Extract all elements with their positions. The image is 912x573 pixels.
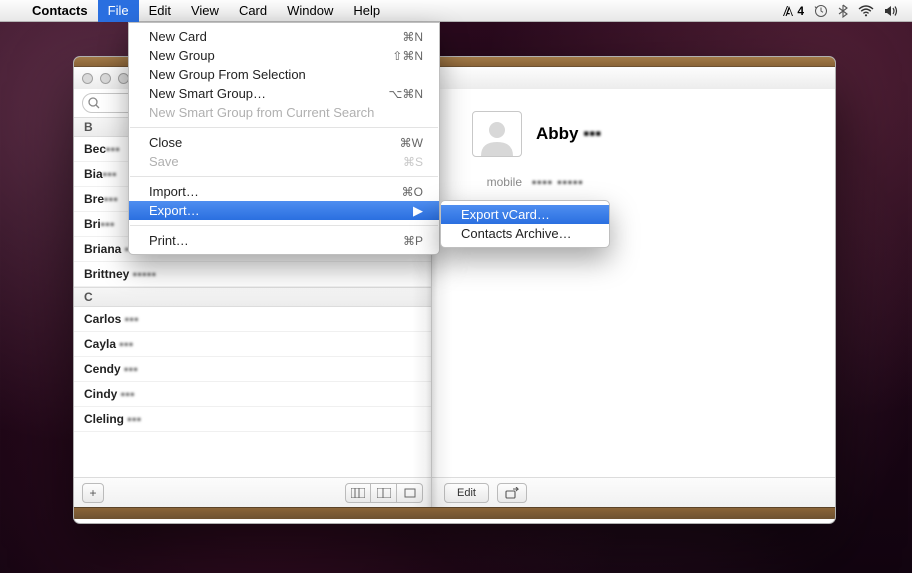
view-mode-card[interactable]	[397, 483, 423, 503]
menu-item-new-smart-group-from-search: New Smart Group from Current Search	[129, 103, 439, 122]
adobe-status-icon[interactable]: 4	[782, 4, 804, 18]
avatar[interactable]	[472, 111, 522, 157]
apple-menu[interactable]	[0, 0, 22, 22]
edit-button[interactable]: Edit	[444, 483, 489, 503]
list-item[interactable]: Carlos ▪▪▪	[74, 307, 431, 332]
menu-item-new-group[interactable]: New Group⇧⌘N	[129, 46, 439, 65]
list-item[interactable]: Cendy ▪▪▪	[74, 357, 431, 382]
menubar-item-window[interactable]: Window	[277, 0, 343, 22]
menu-item-print[interactable]: Print…⌘P	[129, 231, 439, 250]
menu-item-new-card[interactable]: New Card⌘N	[129, 27, 439, 46]
menu-item-save: Save⌘S	[129, 152, 439, 171]
view-mode-groups[interactable]	[345, 483, 371, 503]
list-item[interactable]: Cleling ▪▪▪	[74, 407, 431, 432]
minimize-window-button[interactable]	[100, 73, 111, 84]
volume-icon[interactable]	[884, 5, 900, 17]
menubar-item-help[interactable]: Help	[343, 0, 390, 22]
view-mode-list[interactable]	[371, 483, 397, 503]
submenu-item-contacts-archive[interactable]: Contacts Archive…	[441, 224, 609, 243]
menubar-item-view[interactable]: View	[181, 0, 229, 22]
field-label: mobile	[472, 175, 522, 189]
book-edge	[74, 507, 835, 519]
contact-field-mobile: mobile ▪▪▪▪ ▪▪▪▪▪	[472, 175, 805, 189]
list-item[interactable]: Brittney ▪▪▪▪▪	[74, 262, 431, 287]
menu-item-new-smart-group[interactable]: New Smart Group…⌥⌘N	[129, 84, 439, 103]
menubar-item-card[interactable]: Card	[229, 0, 277, 22]
menu-separator	[130, 225, 438, 226]
share-button[interactable]	[497, 483, 527, 503]
menu-item-import[interactable]: Import…⌘O	[129, 182, 439, 201]
close-window-button[interactable]	[82, 73, 93, 84]
bluetooth-icon[interactable]	[838, 4, 848, 18]
view-mode-segment	[345, 483, 423, 503]
list-item[interactable]: Cayla ▪▪▪	[74, 332, 431, 357]
menubar: Contacts File Edit View Card Window Help…	[0, 0, 912, 22]
contact-name: Abby ▪▪▪	[536, 124, 601, 144]
file-menu: New Card⌘N New Group⇧⌘N New Group From S…	[128, 22, 440, 255]
share-icon	[505, 487, 519, 499]
menu-item-close[interactable]: Close⌘W	[129, 133, 439, 152]
list-footer: +	[74, 477, 431, 507]
submenu-arrow-icon: ▶	[383, 203, 423, 219]
window-controls	[82, 73, 129, 84]
time-machine-icon[interactable]	[814, 4, 828, 18]
menu-item-export[interactable]: Export…▶	[129, 201, 439, 220]
menubar-item-file[interactable]: File	[98, 0, 139, 22]
wifi-icon[interactable]	[858, 5, 874, 17]
submenu-item-export-vcard[interactable]: Export vCard…	[441, 205, 609, 224]
list-section-header: C	[74, 287, 431, 307]
contact-detail-pane: Abby ▪▪▪ mobile ▪▪▪▪ ▪▪▪▪▪ Edit	[432, 89, 835, 507]
menu-item-new-group-from-selection[interactable]: New Group From Selection	[129, 65, 439, 84]
menubar-app-name[interactable]: Contacts	[22, 0, 98, 22]
menubar-status-area: 4	[782, 4, 912, 18]
menubar-item-edit[interactable]: Edit	[139, 0, 181, 22]
menu-separator	[130, 176, 438, 177]
field-value[interactable]: ▪▪▪▪ ▪▪▪▪▪	[532, 175, 584, 189]
add-button[interactable]: +	[82, 483, 104, 503]
export-submenu: Export vCard… Contacts Archive…	[440, 200, 610, 248]
adobe-status-count: 4	[797, 4, 804, 18]
detail-footer: Edit	[432, 477, 835, 507]
menu-separator	[130, 127, 438, 128]
list-item[interactable]: Cindy ▪▪▪	[74, 382, 431, 407]
